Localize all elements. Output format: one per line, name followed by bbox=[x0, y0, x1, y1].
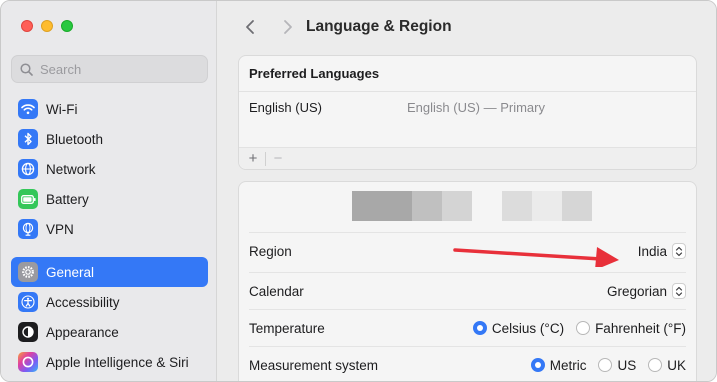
sidebar-item-label: Bluetooth bbox=[46, 131, 104, 147]
remove-language-button[interactable]: − bbox=[270, 149, 286, 169]
region-popup[interactable]: India bbox=[638, 243, 686, 259]
sidebar-item-label: General bbox=[46, 264, 95, 280]
sidebar-item-apple-intelligence-siri[interactable]: Apple Intelligence & Siri bbox=[11, 347, 208, 377]
battery-icon bbox=[18, 189, 38, 209]
us-radio[interactable]: US bbox=[598, 358, 636, 373]
globe-icon bbox=[18, 159, 38, 179]
radio-selected-indicator bbox=[530, 358, 545, 372]
temperature-row: Temperature Celsius (°C) Fahrenheit (°F) bbox=[249, 309, 686, 346]
calendar-popup[interactable]: Gregorian bbox=[607, 283, 686, 299]
sidebar-item-label: Network bbox=[46, 161, 96, 177]
celsius-radio[interactable]: Celsius (°C) bbox=[472, 320, 565, 336]
calendar-label: Calendar bbox=[249, 283, 304, 299]
chevron-left-icon bbox=[246, 20, 254, 34]
sidebar-list: Wi-Fi Bluetooth Network Battery VPN Gene… bbox=[11, 94, 208, 377]
measurement-label: Measurement system bbox=[249, 357, 379, 373]
sidebar: Wi-Fi Bluetooth Network Battery bbox=[1, 1, 217, 381]
sidebar-item-appearance[interactable]: Appearance bbox=[11, 317, 208, 347]
sidebar-item-battery[interactable]: Battery bbox=[11, 184, 208, 214]
divider bbox=[265, 151, 266, 166]
wifi-icon bbox=[18, 99, 38, 119]
search-field[interactable] bbox=[11, 55, 208, 83]
updown-chevron-icon bbox=[672, 243, 686, 259]
radio-selected-indicator bbox=[472, 321, 487, 335]
appearance-icon bbox=[18, 322, 38, 342]
annotation-arrow-icon bbox=[453, 247, 619, 267]
temperature-radio-group: Celsius (°C) Fahrenheit (°F) bbox=[472, 320, 686, 336]
main-pane: Language & Region Preferred Languages En… bbox=[218, 1, 716, 381]
sidebar-item-wifi[interactable]: Wi-Fi bbox=[11, 94, 208, 124]
zoom-button[interactable] bbox=[61, 20, 73, 32]
page-title: Language & Region bbox=[306, 18, 452, 35]
accessibility-icon bbox=[18, 292, 38, 312]
sidebar-item-bluetooth[interactable]: Bluetooth bbox=[11, 124, 208, 154]
search-icon bbox=[20, 62, 33, 76]
calendar-row: Calendar Gregorian bbox=[249, 272, 686, 309]
bluetooth-icon bbox=[18, 129, 38, 149]
preferred-languages-card: Preferred Languages English (US) English… bbox=[238, 55, 697, 170]
metric-radio[interactable]: Metric bbox=[530, 357, 587, 373]
sidebar-item-label: Accessibility bbox=[46, 294, 120, 310]
language-row[interactable]: English (US) English (US) — Primary bbox=[239, 92, 696, 122]
preferred-languages-heading: Preferred Languages bbox=[239, 56, 696, 92]
sidebar-item-label: Wi-Fi bbox=[46, 101, 78, 117]
language-list-toolbar: + − bbox=[239, 147, 696, 169]
sidebar-item-label: Battery bbox=[46, 191, 89, 207]
uk-radio[interactable]: UK bbox=[648, 358, 686, 373]
radio-indicator bbox=[648, 358, 663, 372]
sidebar-item-label: Apple Intelligence & Siri bbox=[46, 354, 189, 370]
minimize-button[interactable] bbox=[41, 20, 53, 32]
calendar-value: Gregorian bbox=[606, 283, 667, 299]
close-button[interactable] bbox=[21, 20, 33, 32]
navigation-buttons bbox=[238, 15, 300, 39]
temperature-label: Temperature bbox=[249, 320, 325, 336]
celsius-label: Celsius (°C) bbox=[491, 320, 565, 336]
measurement-row: Measurement system Metric US UK bbox=[249, 346, 686, 381]
sidebar-item-network[interactable]: Network bbox=[11, 154, 208, 184]
metric-label: Metric bbox=[549, 357, 587, 373]
updown-chevron-icon bbox=[672, 283, 686, 299]
window-controls bbox=[21, 20, 73, 32]
settings-window: Wi-Fi Bluetooth Network Battery bbox=[0, 0, 717, 382]
region-value: India bbox=[637, 243, 667, 259]
region-settings-card: Region India Calendar Gregorian Temperat… bbox=[238, 181, 697, 381]
sidebar-item-vpn[interactable]: VPN bbox=[11, 214, 208, 244]
fahrenheit-radio[interactable]: Fahrenheit (°F) bbox=[576, 321, 686, 336]
forward-button[interactable] bbox=[276, 15, 300, 39]
vpn-globe-icon bbox=[18, 219, 38, 239]
fahrenheit-label: Fahrenheit (°F) bbox=[595, 320, 686, 336]
search-input[interactable] bbox=[40, 61, 200, 77]
language-name: English (US) bbox=[249, 99, 322, 115]
siri-icon bbox=[18, 352, 38, 372]
chevron-right-icon bbox=[284, 20, 292, 34]
format-preview-redacted bbox=[352, 191, 592, 221]
radio-indicator bbox=[598, 358, 613, 372]
region-label: Region bbox=[249, 243, 292, 259]
radio-indicator bbox=[576, 321, 591, 335]
sidebar-item-label: Appearance bbox=[46, 324, 119, 340]
uk-label: UK bbox=[667, 357, 686, 373]
sidebar-item-accessibility[interactable]: Accessibility bbox=[11, 287, 208, 317]
us-label: US bbox=[617, 357, 637, 373]
language-description: English (US) — Primary bbox=[407, 99, 545, 115]
add-language-button[interactable]: + bbox=[245, 149, 261, 169]
back-button[interactable] bbox=[238, 15, 262, 39]
measurement-radio-group: Metric US UK bbox=[530, 357, 686, 373]
gear-icon bbox=[18, 262, 38, 282]
sidebar-item-label: VPN bbox=[46, 221, 74, 237]
sidebar-item-general[interactable]: General bbox=[11, 257, 208, 287]
